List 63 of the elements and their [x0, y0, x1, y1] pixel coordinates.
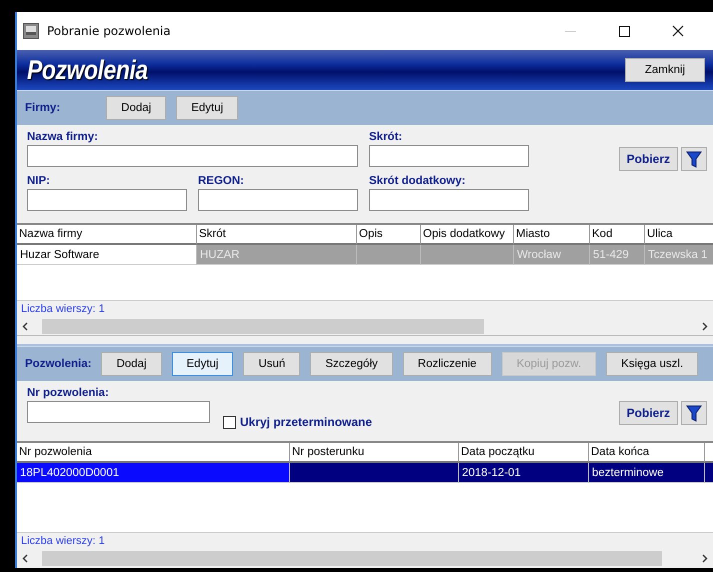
column-header[interactable]: Data końca: [589, 443, 705, 463]
toolbar-button[interactable]: Księga uszl.: [606, 352, 698, 376]
table-cell: 51-429: [590, 245, 645, 265]
table-cell: bezterminowe: [589, 463, 705, 483]
filter-icon: [686, 150, 702, 168]
column-header[interactable]: Data początku: [459, 443, 589, 463]
toolbar-button[interactable]: Edytuj: [172, 352, 234, 376]
scroll-left-icon[interactable]: [22, 322, 29, 331]
column-header[interactable]: Nazwa firmy: [17, 225, 197, 245]
field-label: Skrót:: [369, 131, 404, 143]
table-cell: Tczewska 1: [645, 245, 713, 265]
checkbox-label: Ukryj przeterminowane: [240, 415, 372, 429]
table-cell: HUZAR: [197, 245, 357, 265]
horizontal-scrollbar[interactable]: [17, 318, 713, 335]
input-field[interactable]: [369, 145, 529, 167]
input-field[interactable]: [27, 145, 358, 167]
input-field[interactable]: [27, 189, 187, 211]
fetch-button[interactable]: Pobierz: [618, 401, 678, 425]
scroll-right-icon[interactable]: [701, 322, 708, 331]
fetch-button[interactable]: Pobierz: [618, 147, 678, 171]
table-cell: [357, 245, 421, 265]
scroll-left-icon[interactable]: [22, 554, 29, 563]
checkbox[interactable]: [223, 416, 236, 428]
toolbar-label: Firmy:: [25, 102, 60, 114]
toolbar-button[interactable]: Rozliczenie: [402, 352, 492, 376]
column-header[interactable]: Opis dodatkowy: [421, 225, 514, 245]
window-title: Pobranie pozwolenia: [47, 24, 172, 38]
column-header[interactable]: Miasto: [514, 225, 590, 245]
column-header[interactable]: Skrót: [197, 225, 357, 245]
toolbar-button[interactable]: Szczegóły: [310, 352, 393, 376]
column-header[interactable]: Nr posterunku: [290, 443, 459, 463]
toolbar-button[interactable]: Dodaj: [106, 96, 166, 120]
header-title: Pozwolenia: [27, 54, 148, 86]
input-field[interactable]: [369, 189, 529, 211]
toolbar-button[interactable]: Dodaj: [101, 352, 162, 376]
scroll-right-icon[interactable]: [701, 554, 708, 563]
field-label: NIP:: [27, 175, 51, 187]
toolbar-button[interactable]: Usuń: [243, 352, 300, 376]
table-cell: Huzar Software: [17, 245, 197, 265]
input-field[interactable]: [27, 401, 210, 423]
column-header[interactable]: Opis: [357, 225, 421, 245]
filter-button[interactable]: [681, 147, 707, 171]
filter-button[interactable]: [681, 401, 707, 425]
row-count: Liczba wierszy: 1: [17, 300, 713, 318]
field-label: Nazwa firmy:: [27, 131, 99, 143]
table-cell: 18PL402000D0001: [17, 463, 290, 483]
field-label: Nr pozwolenia:: [27, 387, 110, 399]
table-cell: Wrocław: [514, 245, 590, 265]
column-header[interactable]: Nr pozwolenia: [17, 443, 290, 463]
maximize-icon[interactable]: [618, 26, 630, 36]
input-field[interactable]: [198, 189, 358, 211]
horizontal-scrollbar[interactable]: [17, 550, 713, 567]
row-count: Liczba wierszy: 1: [17, 532, 713, 550]
toolbar-button[interactable]: Edytuj: [176, 96, 238, 120]
field-label: Skrót dodatkowy:: [369, 175, 466, 187]
app-icon: [23, 23, 39, 39]
field-label: REGON:: [198, 175, 245, 187]
column-header[interactable]: Kod: [590, 225, 645, 245]
toolbar-label: Pozwolenia:: [25, 358, 92, 370]
table-cell: 2018-12-01: [459, 463, 589, 483]
close-icon[interactable]: [672, 25, 684, 37]
close-button[interactable]: Zamknij: [625, 58, 705, 82]
filter-icon: [686, 404, 702, 422]
